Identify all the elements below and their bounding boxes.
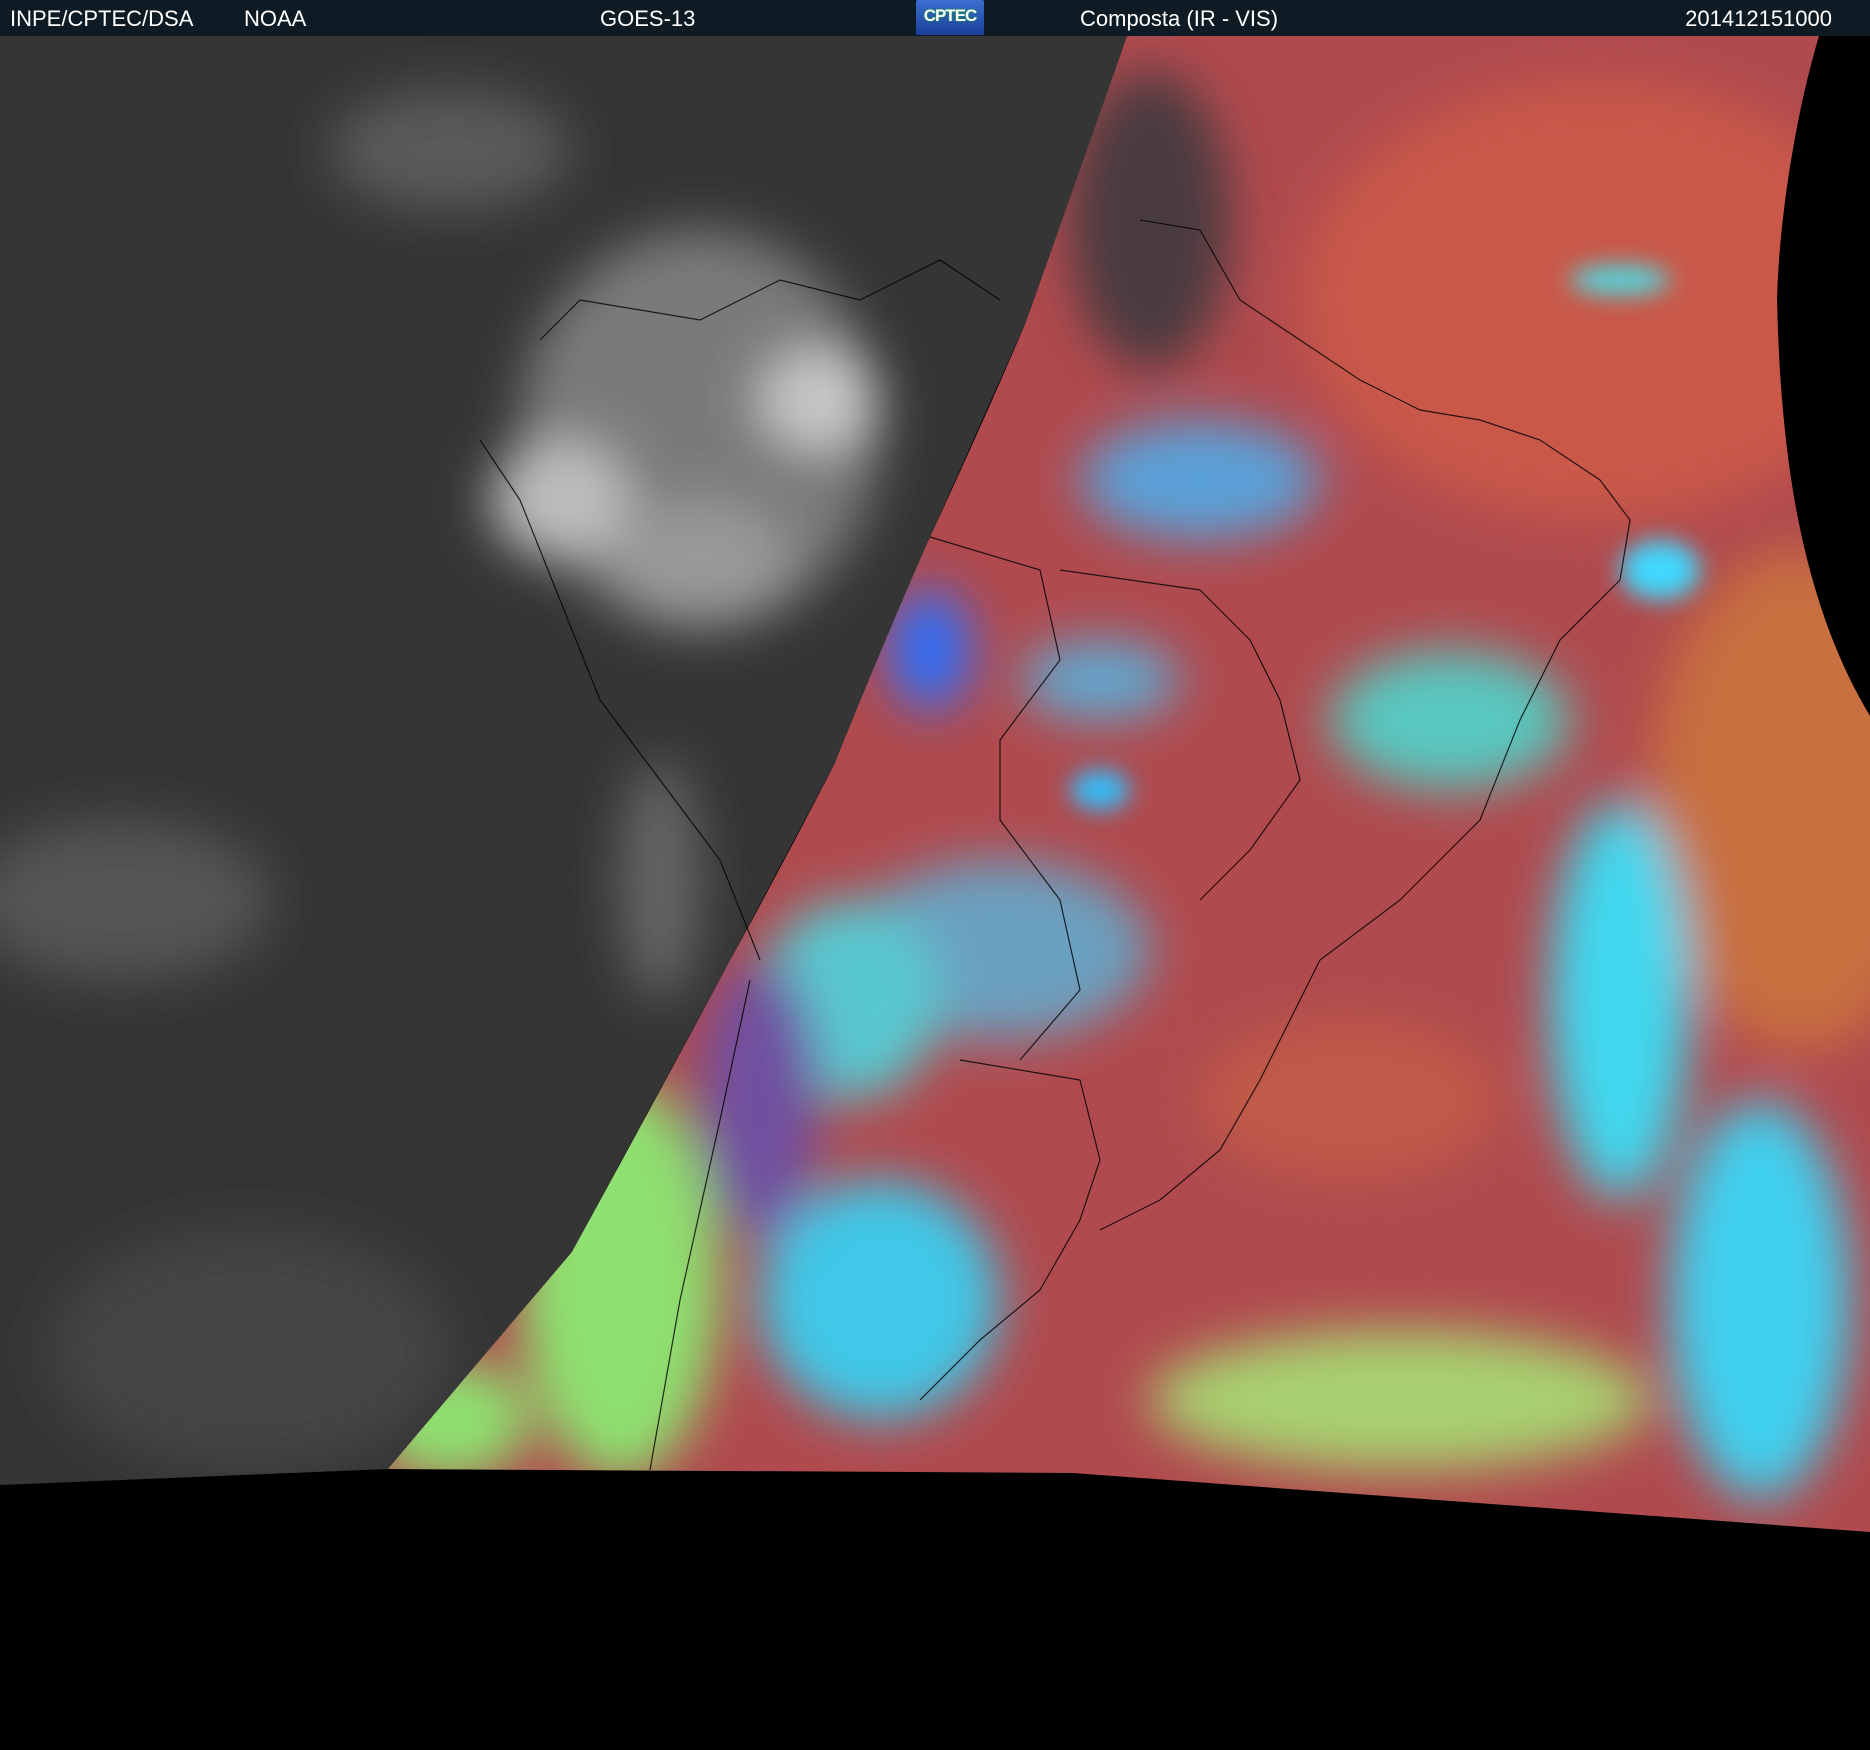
cptec-logo: CPTEC xyxy=(916,0,984,35)
institution-label: INPE/CPTEC/DSA xyxy=(10,6,194,31)
timestamp-label: 201412151000 xyxy=(1685,6,1832,31)
satellite-image xyxy=(0,36,1870,1750)
product-label: Composta (IR - VIS) xyxy=(1080,6,1279,31)
agency-label: NOAA xyxy=(244,6,307,31)
logo-text: CPTEC xyxy=(923,6,978,25)
satellite-label: GOES-13 xyxy=(600,6,696,31)
header-bar: INPE/CPTEC/DSA NOAA GOES-13 CPTEC Compos… xyxy=(0,0,1870,36)
